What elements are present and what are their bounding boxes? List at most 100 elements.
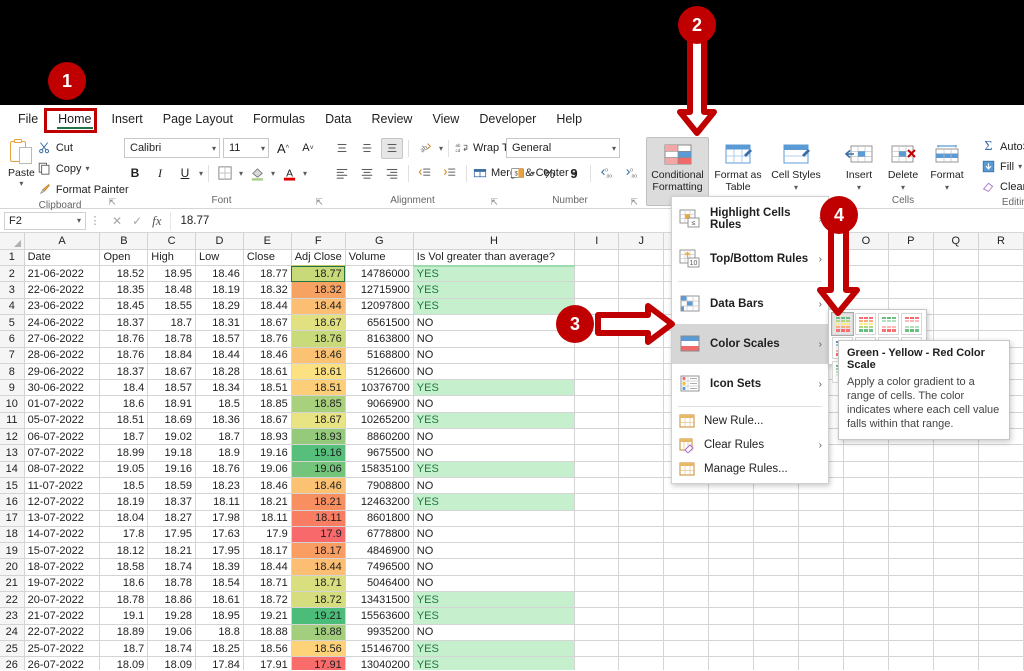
row-header-1[interactable]: 1 [0, 249, 24, 265]
cell-Q2[interactable] [933, 266, 978, 282]
cell-F8[interactable]: 18.61 [291, 363, 345, 379]
column-header-B[interactable]: B [100, 233, 148, 249]
cell-R23[interactable] [978, 608, 1023, 624]
cell-I9[interactable] [575, 380, 619, 396]
swatch-green-yellow-red-color-scale[interactable] [832, 313, 853, 335]
cell-B17[interactable]: 18.04 [100, 510, 148, 526]
accounting-chevron-down-icon[interactable]: ▾ [531, 169, 535, 178]
cell-B26[interactable]: 18.09 [100, 657, 148, 670]
cell-H19[interactable]: NO [413, 543, 574, 559]
cell-C8[interactable]: 18.67 [148, 363, 196, 379]
autosum-button[interactable]: Σ AutoSum ▾ [981, 137, 1024, 156]
cell-B5[interactable]: 18.37 [100, 314, 148, 330]
menu-item-color-scales[interactable]: Color Scales› [672, 324, 828, 364]
cell-E6[interactable]: 18.76 [243, 331, 291, 347]
tab-formulas[interactable]: Formulas [243, 108, 315, 130]
tab-page-layout[interactable]: Page Layout [153, 108, 243, 130]
cell-A17[interactable]: 13-07-2022 [24, 510, 100, 526]
cell-J1[interactable] [619, 249, 664, 265]
cell-E7[interactable]: 18.46 [243, 347, 291, 363]
cell-H10[interactable]: NO [413, 396, 574, 412]
table-row[interactable]: 2525-07-202218.718.7418.2518.5618.561514… [0, 640, 1024, 656]
cell-E18[interactable]: 17.9 [243, 526, 291, 542]
accounting-format-button[interactable]: $ [506, 163, 528, 184]
cell-E1[interactable]: Close [243, 249, 291, 265]
align-bottom-button[interactable] [381, 138, 403, 159]
cell-N24[interactable] [798, 624, 843, 640]
fill-color-chevron-down-icon[interactable]: ▾ [271, 169, 275, 178]
cell-A11[interactable]: 05-07-2022 [24, 412, 100, 428]
cell-N25[interactable] [798, 640, 843, 656]
copy-button[interactable]: Copy ▾ [37, 159, 129, 178]
cell-G16[interactable]: 12463200 [345, 494, 413, 510]
cell-A4[interactable]: 23-06-2022 [24, 298, 100, 314]
cell-B1[interactable]: Open [100, 249, 148, 265]
align-middle-button[interactable] [356, 138, 378, 159]
cell-A22[interactable]: 20-07-2022 [24, 592, 100, 608]
cell-I8[interactable] [575, 363, 619, 379]
cell-R4[interactable] [978, 298, 1023, 314]
cell-D6[interactable]: 18.57 [196, 331, 244, 347]
cell-I18[interactable] [575, 526, 619, 542]
cell-J2[interactable] [619, 266, 664, 282]
table-row[interactable]: 2220-07-202218.7818.8618.6118.7218.72134… [0, 592, 1024, 608]
column-header-I[interactable]: I [575, 233, 619, 249]
menu-item-highlight-cells-rules[interactable]: ≤Highlight Cells Rules› [672, 199, 828, 239]
cell-B24[interactable]: 18.89 [100, 624, 148, 640]
cell-I22[interactable] [575, 592, 619, 608]
grow-font-button[interactable]: A^ [272, 138, 294, 159]
cell-H26[interactable]: YES [413, 657, 574, 670]
cell-A12[interactable]: 06-07-2022 [24, 429, 100, 445]
cell-A6[interactable]: 27-06-2022 [24, 331, 100, 347]
cell-B4[interactable]: 18.45 [100, 298, 148, 314]
cell-O1[interactable] [843, 249, 888, 265]
cell-J22[interactable] [619, 592, 664, 608]
cell-P23[interactable] [888, 608, 933, 624]
format-cells-button[interactable]: Format ▾ [925, 137, 969, 194]
cell-D12[interactable]: 18.7 [196, 429, 244, 445]
cell-D14[interactable]: 18.76 [196, 461, 244, 477]
cell-E16[interactable]: 18.21 [243, 494, 291, 510]
cell-G18[interactable]: 6778800 [345, 526, 413, 542]
cell-K20[interactable] [664, 559, 709, 575]
menu-item-data-bars[interactable]: Data Bars› [672, 284, 828, 324]
font-size-input[interactable]: 11 ▾ [223, 138, 269, 158]
cell-I25[interactable] [575, 640, 619, 656]
column-header-A[interactable]: A [24, 233, 100, 249]
cell-E21[interactable]: 18.71 [243, 575, 291, 591]
cell-L22[interactable] [708, 592, 753, 608]
cell-E15[interactable]: 18.46 [243, 477, 291, 493]
row-header-18[interactable]: 18 [0, 526, 24, 542]
table-row[interactable]: 1408-07-202219.0519.1618.7619.0619.06158… [0, 461, 1024, 477]
cell-C15[interactable]: 18.59 [148, 477, 196, 493]
tab-help[interactable]: Help [546, 108, 592, 130]
row-header-9[interactable]: 9 [0, 380, 24, 396]
cell-N17[interactable] [798, 510, 843, 526]
select-all-corner[interactable] [0, 233, 24, 249]
cell-G13[interactable]: 9675500 [345, 445, 413, 461]
cell-O2[interactable] [843, 266, 888, 282]
cell-P21[interactable] [888, 575, 933, 591]
cell-Q24[interactable] [933, 624, 978, 640]
cell-A7[interactable]: 28-06-2022 [24, 347, 100, 363]
row-header-5[interactable]: 5 [0, 314, 24, 330]
cell-B14[interactable]: 19.05 [100, 461, 148, 477]
cell-A10[interactable]: 01-07-2022 [24, 396, 100, 412]
cell-O23[interactable] [843, 608, 888, 624]
table-row[interactable]: 2626-07-202218.0918.0917.8417.9117.91130… [0, 657, 1024, 670]
cell-E25[interactable]: 18.56 [243, 640, 291, 656]
cell-O21[interactable] [843, 575, 888, 591]
cell-L19[interactable] [708, 543, 753, 559]
cell-E14[interactable]: 19.06 [243, 461, 291, 477]
menu-item-clear-rules[interactable]: Clear Rules› [672, 433, 828, 457]
row-header-14[interactable]: 14 [0, 461, 24, 477]
cell-E22[interactable]: 18.72 [243, 592, 291, 608]
cell-I12[interactable] [575, 429, 619, 445]
cell-I16[interactable] [575, 494, 619, 510]
cell-B13[interactable]: 18.99 [100, 445, 148, 461]
cell-H7[interactable]: NO [413, 347, 574, 363]
tab-data[interactable]: Data [315, 108, 361, 130]
table-row[interactable]: 1915-07-202218.1218.2117.9518.1718.17484… [0, 543, 1024, 559]
cell-I7[interactable] [575, 347, 619, 363]
cell-E8[interactable]: 18.61 [243, 363, 291, 379]
